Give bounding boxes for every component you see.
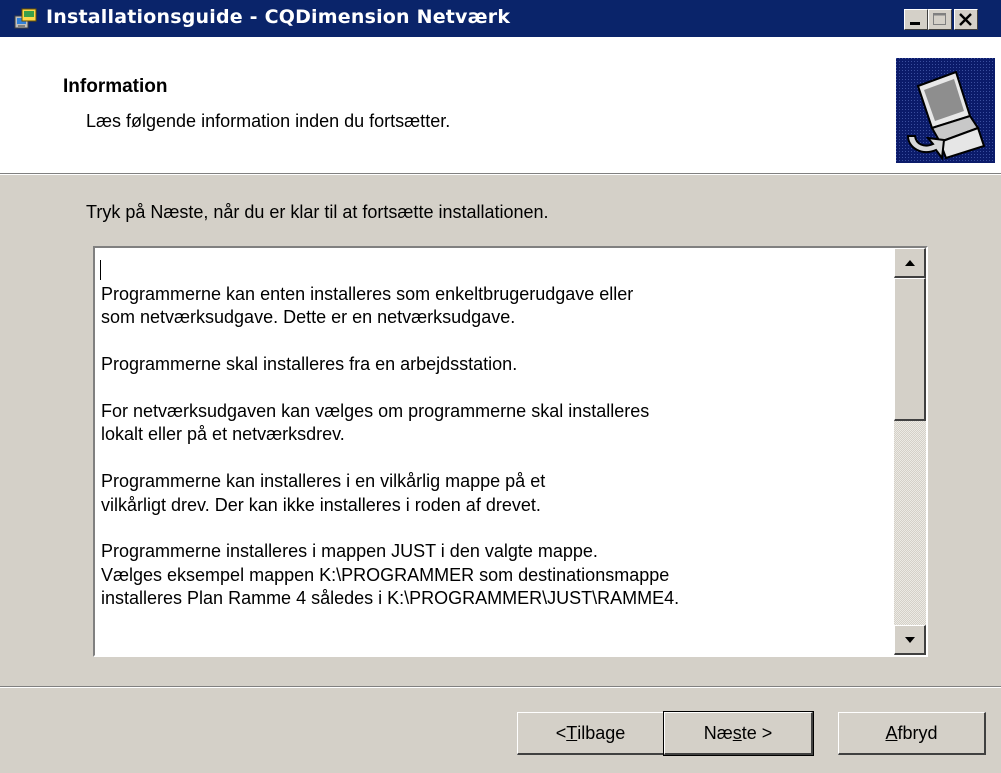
- header-divider: [0, 174, 1001, 175]
- maximize-button[interactable]: [928, 9, 952, 30]
- scrollbar-thumb[interactable]: [894, 278, 926, 421]
- memo-content: Programmerne kan enten installeres som e…: [95, 248, 894, 655]
- computer-install-icon: [896, 58, 995, 163]
- cancel-button[interactable]: Afbryd: [838, 712, 986, 755]
- window-title: Installationsguide - CQDimension Netværk: [46, 6, 511, 28]
- scroll-down-icon: [905, 637, 915, 643]
- page-title: Information: [63, 76, 168, 97]
- memo-paragraph: Programmerne kan installeres i en vilkår…: [101, 471, 546, 515]
- memo-paragraph: For netværksudgaven kan vælges om progra…: [101, 401, 650, 445]
- maximize-icon: [933, 13, 946, 25]
- close-button[interactable]: [954, 9, 978, 30]
- title-bar[interactable]: Installationsguide - CQDimension Netværk: [0, 0, 1001, 37]
- memo-paragraph: Programmerne kan enten installeres som e…: [101, 284, 634, 328]
- memo-text: Programmerne kan enten installeres som e…: [101, 283, 891, 634]
- installer-window: Installationsguide - CQDimension Netværk…: [0, 0, 1001, 773]
- instruction-text: Tryk på Næste, når du er klar til at for…: [86, 202, 549, 222]
- close-icon: [959, 13, 972, 26]
- vertical-scrollbar[interactable]: [894, 248, 926, 655]
- scroll-up-icon: [905, 260, 915, 266]
- footer-divider-highlight: [0, 687, 1001, 688]
- minimize-button[interactable]: [904, 9, 928, 30]
- wizard-header: [0, 37, 1001, 174]
- installer-icon: [14, 8, 38, 30]
- memo-paragraph: Programmerne skal installeres fra en arb…: [101, 354, 518, 375]
- minimize-icon: [910, 22, 920, 25]
- text-caret: [100, 260, 101, 280]
- back-button[interactable]: < Tilbage: [517, 712, 665, 755]
- page-subtitle: Læs følgende information inden du fortsæ…: [86, 111, 451, 131]
- next-button[interactable]: Næ s te >: [663, 711, 814, 756]
- info-memo[interactable]: Programmerne kan enten installeres som e…: [93, 246, 928, 657]
- memo-paragraph: Programmerne installeres i mappen JUST i…: [101, 541, 680, 609]
- scroll-up-button[interactable]: [894, 248, 926, 278]
- scroll-down-button[interactable]: [894, 625, 926, 655]
